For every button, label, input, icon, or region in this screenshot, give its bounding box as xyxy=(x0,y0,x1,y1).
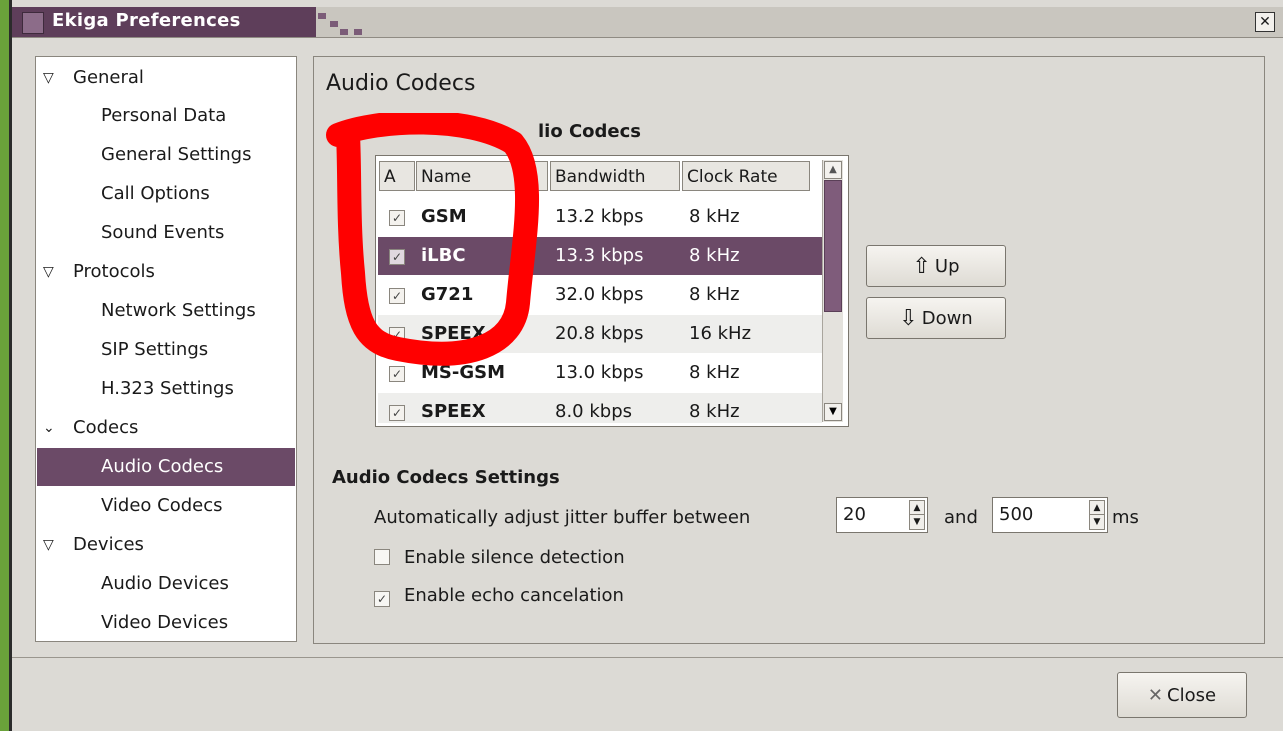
tree-category-codecs[interactable]: ⌄ Codecs xyxy=(37,409,295,447)
available-codecs-title: lio Codecs xyxy=(538,121,642,142)
jitter-min-spinbox[interactable]: 20 ▲ ▼ xyxy=(836,497,928,533)
column-header-clock-rate[interactable]: Clock Rate xyxy=(682,161,810,191)
close-icon: ✕ xyxy=(1147,685,1164,706)
and-label: and xyxy=(944,507,978,528)
tree-item-audio-codecs[interactable]: Audio Codecs xyxy=(37,448,295,486)
codec-table: A Name Bandwidth Clock Rate ✓ GSM 13.2 k… xyxy=(375,155,849,427)
footer-separator xyxy=(12,657,1283,658)
table-scrollbar[interactable]: ▲ ▼ xyxy=(822,160,843,422)
window-close-icon[interactable]: ✕ xyxy=(1255,12,1275,32)
title-bar: Ekiga Preferences ✕ xyxy=(12,7,1283,38)
move-up-button[interactable]: ⇧ Up xyxy=(866,245,1006,287)
codec-active-checkbox[interactable]: ✓ xyxy=(389,327,405,343)
title-bar-label-area: Ekiga Preferences xyxy=(12,7,308,37)
window-accent-strip xyxy=(0,0,9,731)
spin-down-icon[interactable]: ▼ xyxy=(1089,514,1105,530)
page-title: Audio Codecs xyxy=(326,71,476,96)
scrollbar-thumb[interactable] xyxy=(824,180,842,312)
spin-down-icon[interactable]: ▼ xyxy=(909,514,925,530)
title-bar-decoration xyxy=(308,7,378,37)
tree-item-personal-data[interactable]: Personal Data xyxy=(37,97,295,135)
echo-cancelation-checkbox[interactable]: ✓ Enable echo cancelation xyxy=(374,585,624,607)
codec-active-checkbox[interactable]: ✓ xyxy=(389,210,405,226)
jitter-max-value[interactable]: 500 xyxy=(999,504,1033,525)
codec-row[interactable]: ✓ SPEEX 8.0 kbps 8 kHz xyxy=(378,393,822,423)
preferences-panel: Audio Codecs lio Codecs A Name Bandwidth… xyxy=(313,56,1265,644)
tree-item-general-settings[interactable]: General Settings xyxy=(37,136,295,174)
tree-item-call-options[interactable]: Call Options xyxy=(37,175,295,213)
tree-item-audio-devices[interactable]: Audio Devices xyxy=(37,565,295,603)
codec-row[interactable]: ✓ SPEEX 20.8 kbps 16 kHz xyxy=(378,315,822,353)
expand-chevron-icon: ⌄ xyxy=(43,420,55,436)
move-down-button[interactable]: ⇩ Down xyxy=(866,297,1006,339)
checkbox-checked[interactable]: ✓ xyxy=(374,591,390,607)
scroll-down-arrow-icon[interactable]: ▼ xyxy=(824,403,842,421)
codec-row[interactable]: ✓ iLBC 13.3 kbps 8 kHz xyxy=(378,237,822,275)
collapse-triangle-icon: ▽ xyxy=(43,537,54,553)
jitter-min-value[interactable]: 20 xyxy=(843,504,866,525)
column-header-bandwidth[interactable]: Bandwidth xyxy=(550,161,680,191)
tree-category-devices[interactable]: ▽ Devices xyxy=(37,526,295,564)
scroll-up-arrow-icon[interactable]: ▲ xyxy=(824,161,842,179)
tree-item-h323-settings[interactable]: H.323 Settings xyxy=(37,370,295,408)
codec-row[interactable]: ✓ GSM 13.2 kbps 8 kHz xyxy=(378,198,822,236)
codec-active-checkbox[interactable]: ✓ xyxy=(389,288,405,304)
arrow-down-icon: ⇩ xyxy=(899,306,918,331)
jitter-label: Automatically adjust jitter buffer betwe… xyxy=(374,507,751,528)
tree-item-sound-events[interactable]: Sound Events xyxy=(37,214,295,252)
checkbox-unchecked[interactable] xyxy=(374,549,390,565)
tree-item-video-codecs[interactable]: Video Codecs xyxy=(37,487,295,525)
codec-active-checkbox[interactable]: ✓ xyxy=(389,405,405,421)
tree-item-video-devices[interactable]: Video Devices xyxy=(37,604,295,642)
tree-category-general[interactable]: ▽ General xyxy=(37,59,295,97)
silence-detection-checkbox[interactable]: Enable silence detection xyxy=(374,547,625,568)
collapse-triangle-icon: ▽ xyxy=(43,264,54,280)
arrow-up-icon: ⇧ xyxy=(912,254,931,279)
column-header-name[interactable]: Name xyxy=(416,161,548,191)
column-header-active[interactable]: A xyxy=(379,161,415,191)
ms-label: ms xyxy=(1112,507,1139,528)
tree-category-protocols[interactable]: ▽ Protocols xyxy=(37,253,295,291)
codec-active-checkbox[interactable]: ✓ xyxy=(389,249,405,265)
tree-item-sip-settings[interactable]: SIP Settings xyxy=(37,331,295,369)
close-button[interactable]: ✕ Close xyxy=(1117,672,1247,718)
tree-item-network-settings[interactable]: Network Settings xyxy=(37,292,295,330)
codec-settings-title: Audio Codecs Settings xyxy=(332,467,560,488)
codec-active-checkbox[interactable]: ✓ xyxy=(389,366,405,382)
jitter-max-spinbox[interactable]: 500 ▲ ▼ xyxy=(992,497,1108,533)
codec-row[interactable]: ✓ MS-GSM 13.0 kbps 8 kHz xyxy=(378,354,822,392)
window-accent-border xyxy=(9,0,12,731)
collapse-triangle-icon: ▽ xyxy=(43,70,54,86)
codec-row[interactable]: ✓ G721 32.0 kbps 8 kHz xyxy=(378,276,822,314)
preferences-tree: ▽ General Personal Data General Settings… xyxy=(35,56,297,642)
window-title: Ekiga Preferences xyxy=(52,10,241,31)
window-menu-icon[interactable] xyxy=(22,12,44,34)
